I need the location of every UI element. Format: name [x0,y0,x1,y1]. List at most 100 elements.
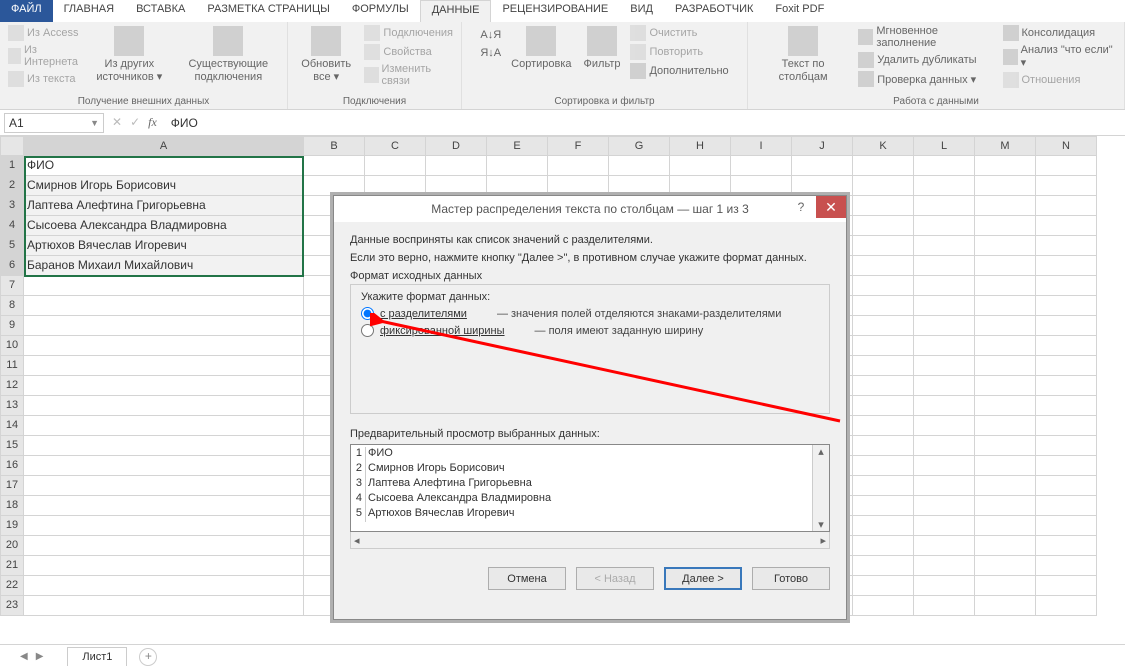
cell[interactable] [975,176,1036,196]
cell[interactable] [1036,436,1097,456]
cell[interactable] [914,536,975,556]
cell[interactable] [304,156,365,176]
cell[interactable] [853,456,914,476]
cell[interactable] [853,296,914,316]
cell[interactable] [792,176,853,196]
cell[interactable] [1036,156,1097,176]
sort-asc-button[interactable]: А↓Я [478,28,503,42]
finish-button[interactable]: Готово [752,567,830,590]
reapply-button[interactable]: Повторить [628,43,730,61]
formula-input[interactable]: ФИО [165,114,1125,132]
cell[interactable]: ФИО [24,156,304,176]
properties-button[interactable]: Свойства [362,43,455,61]
cell[interactable] [975,276,1036,296]
cell[interactable] [914,496,975,516]
col-header[interactable]: M [975,136,1036,156]
edit-links-button[interactable]: Изменить связи [362,62,455,88]
cell[interactable] [1036,236,1097,256]
cell[interactable] [853,356,914,376]
cell[interactable] [853,436,914,456]
clear-filter-button[interactable]: Очистить [628,24,730,42]
col-header[interactable]: H [670,136,731,156]
tab-file[interactable]: ФАЙЛ [0,0,53,22]
cell[interactable] [914,276,975,296]
sheet-tab[interactable]: Лист1 [67,647,127,666]
tab-formulas[interactable]: ФОРМУЛЫ [341,0,420,22]
row-header[interactable]: 10 [0,336,24,356]
tab-insert[interactable]: ВСТАВКА [125,0,196,22]
cell[interactable] [1036,396,1097,416]
cell[interactable] [24,356,304,376]
existing-conn-button[interactable]: Существующие подключения [176,24,281,85]
cell[interactable] [853,516,914,536]
cell[interactable] [914,376,975,396]
cell[interactable] [24,376,304,396]
cell[interactable] [975,476,1036,496]
cell[interactable] [1036,216,1097,236]
cell[interactable] [24,296,304,316]
cell[interactable] [1036,576,1097,596]
row-header[interactable]: 3 [0,196,24,216]
cell[interactable] [914,316,975,336]
cell[interactable] [975,596,1036,616]
refresh-all-button[interactable]: Обновить все ▾ [294,24,358,85]
cell[interactable] [1036,316,1097,336]
cell[interactable] [914,456,975,476]
other-sources-button[interactable]: Из других источников ▾ [87,24,172,85]
cell[interactable] [1036,196,1097,216]
cell[interactable] [548,176,609,196]
filter-button[interactable]: Фильтр [580,24,625,73]
cell[interactable] [1036,336,1097,356]
col-header[interactable]: B [304,136,365,156]
row-header[interactable]: 14 [0,416,24,436]
cell[interactable] [853,216,914,236]
cell[interactable] [975,196,1036,216]
cell[interactable] [914,396,975,416]
add-sheet-button[interactable]: + [139,648,157,666]
preview-scrollbar[interactable]: ▴▾ [812,445,829,531]
col-header[interactable]: D [426,136,487,156]
cell[interactable] [914,236,975,256]
from-web-button[interactable]: Из Интернета [6,43,83,69]
cell[interactable] [670,156,731,176]
remove-dup-button[interactable]: Удалить дубликаты [856,51,996,69]
col-header[interactable]: L [914,136,975,156]
cell[interactable] [365,176,426,196]
cell[interactable] [24,276,304,296]
cell[interactable] [914,516,975,536]
row-header[interactable]: 15 [0,436,24,456]
next-button[interactable]: Далее > [664,567,742,590]
tab-home[interactable]: ГЛАВНАЯ [53,0,125,22]
cell[interactable] [24,576,304,596]
row-header[interactable]: 13 [0,396,24,416]
cell[interactable] [914,596,975,616]
cell[interactable] [914,476,975,496]
cell[interactable] [853,476,914,496]
row-header[interactable]: 7 [0,276,24,296]
cell[interactable] [975,576,1036,596]
flash-fill-button[interactable]: Мгновенное заполнение [856,24,996,50]
cell[interactable] [853,176,914,196]
name-box[interactable]: A1▼ [4,113,104,133]
cell[interactable] [24,476,304,496]
fixed-width-radio-label[interactable]: фиксированной ширины [380,325,505,337]
row-header[interactable]: 8 [0,296,24,316]
cell[interactable] [24,516,304,536]
cell[interactable] [609,156,670,176]
cell[interactable] [914,296,975,316]
dialog-help-button[interactable]: ? [786,196,816,218]
cell[interactable] [975,356,1036,376]
col-header[interactable]: F [548,136,609,156]
cell[interactable] [1036,376,1097,396]
row-header[interactable]: 9 [0,316,24,336]
data-validation-button[interactable]: Проверка данных ▾ [856,70,996,88]
cell[interactable] [853,376,914,396]
scroll-right-icon[interactable]: ▸ [820,534,826,547]
cell[interactable] [24,336,304,356]
cell[interactable] [914,436,975,456]
row-header[interactable]: 5 [0,236,24,256]
cell[interactable] [975,396,1036,416]
col-header-a[interactable]: A [24,136,304,156]
cell[interactable] [853,596,914,616]
cell[interactable] [853,196,914,216]
